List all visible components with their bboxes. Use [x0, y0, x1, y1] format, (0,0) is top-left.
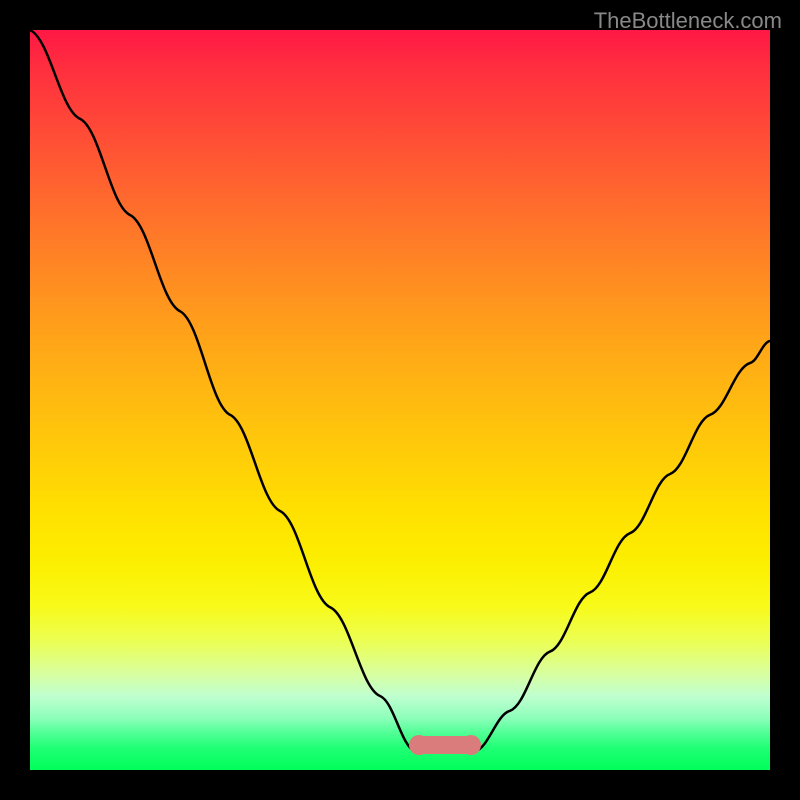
optimal-bottleneck-band: [415, 736, 475, 754]
bottleneck-curve-svg: [30, 30, 770, 770]
right-curve-line: [475, 341, 770, 752]
chart-plot-area: [30, 30, 770, 770]
watermark-text: TheBottleneck.com: [594, 8, 782, 34]
left-curve-line: [30, 30, 415, 752]
